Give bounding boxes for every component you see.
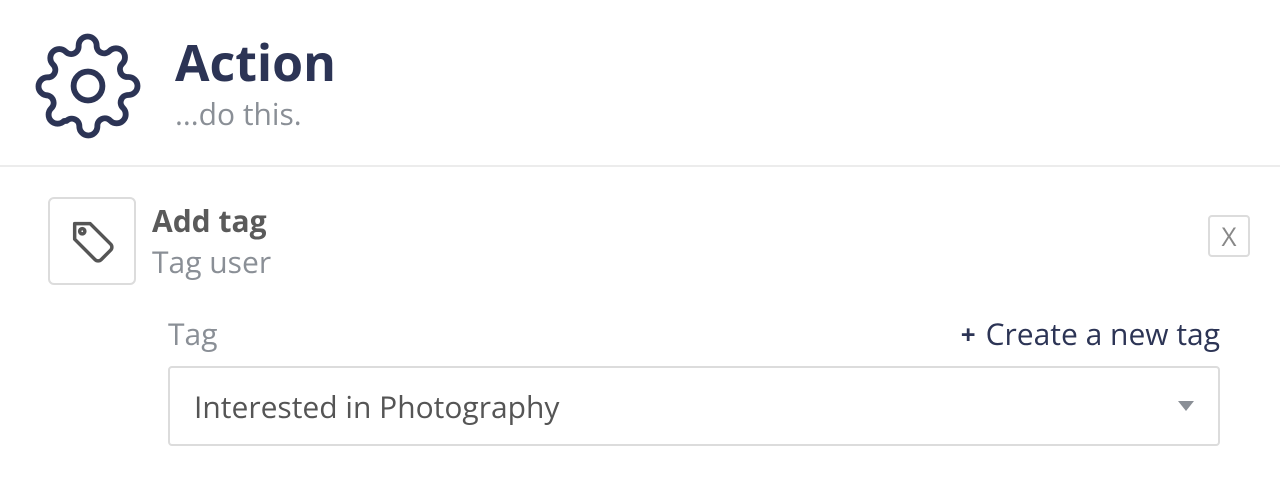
action-subtitle: Tag user [152, 241, 271, 282]
header-subtitle: ...do this. [175, 93, 336, 134]
plus-icon: + [961, 316, 976, 352]
tag-select[interactable]: Interested in Photography [168, 366, 1220, 446]
header-title: Action [175, 37, 336, 87]
tag-icon [48, 197, 136, 285]
field-header: Tag + Create a new tag [168, 313, 1220, 354]
create-tag-label: Create a new tag [986, 313, 1220, 354]
action-title: Add tag [152, 200, 271, 241]
action-text: Add tag Tag user [152, 200, 271, 282]
action-block: X Add tag Tag user Tag + Create a new ta… [0, 167, 1280, 446]
tag-field: Tag + Create a new tag Interested in Pho… [168, 313, 1220, 446]
header-text: Action ...do this. [175, 37, 336, 134]
gear-icon [30, 28, 145, 143]
create-tag-link[interactable]: + Create a new tag [961, 313, 1220, 354]
field-label: Tag [168, 313, 217, 354]
action-panel: Action ...do this. X Add tag Tag user Ta… [0, 0, 1280, 446]
close-button[interactable]: X [1208, 215, 1250, 257]
tag-select-value: Interested in Photography [194, 386, 559, 427]
chevron-down-icon [1178, 401, 1194, 411]
action-row: Add tag Tag user [48, 197, 1250, 285]
action-header: Action ...do this. [0, 0, 1280, 167]
